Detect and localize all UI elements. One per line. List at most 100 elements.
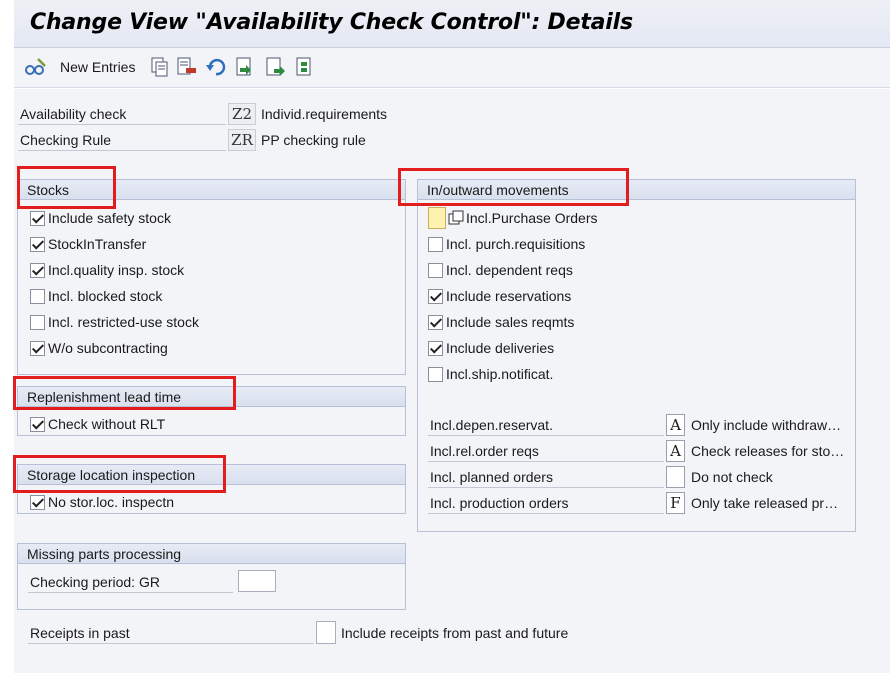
depen-reservat-row: Incl.depen.reservat. A Only include with… — [428, 414, 853, 436]
ship-notificat-label: Incl.ship.notificat. — [446, 366, 554, 382]
include-safety-stock-row[interactable]: Include safety stock — [30, 207, 171, 229]
receipts-in-past-label: Receipts in past — [28, 622, 314, 644]
sales-reqmts-label: Include sales reqmts — [446, 314, 575, 330]
planned-orders-text: Do not check — [691, 469, 773, 485]
highlight-replenishment — [13, 376, 236, 410]
purchase-orders-label: Incl.Purchase Orders — [466, 210, 598, 226]
previous-entry-button[interactable] — [264, 56, 286, 78]
receipts-in-past-text: Include receipts from past and future — [341, 625, 569, 641]
highlight-stocks — [17, 166, 116, 209]
checking-rule-text: PP checking rule — [261, 132, 366, 148]
quality-insp-stock-row[interactable]: Incl.quality insp. stock — [30, 259, 184, 281]
next-entry-button[interactable] — [294, 56, 318, 78]
purch-requisitions-label: Incl. purch.requisitions — [446, 236, 586, 252]
check-without-rlt-label: Check without RLT — [48, 416, 166, 432]
stock-in-transfer-row[interactable]: StockInTransfer — [30, 233, 146, 255]
purch-requisitions-row[interactable]: Incl. purch.requisitions — [428, 233, 585, 255]
movements-group: In/outward movements Incl.Purchase Order… — [417, 179, 856, 532]
no-stor-loc-row[interactable]: No stor.loc. inspectn — [30, 491, 174, 513]
new-entries-label: New Entries — [60, 59, 136, 75]
purchase-orders-focus-box[interactable] — [428, 207, 446, 229]
delete-icon — [177, 57, 196, 75]
display-change-button[interactable] — [24, 56, 48, 78]
planned-orders-label: Incl. planned orders — [428, 466, 664, 488]
check-without-rlt-checkbox[interactable] — [30, 416, 45, 432]
availability-check-text: Individ.requirements — [261, 106, 388, 122]
depen-reservat-code[interactable]: A — [666, 414, 685, 436]
title-bar: Change View "Availability Check Control"… — [14, 0, 890, 48]
copy-button[interactable] — [150, 56, 170, 78]
depen-reservat-label: Incl.depen.reservat. — [428, 414, 664, 436]
undo-button[interactable] — [205, 56, 227, 78]
glasses-pencil-icon — [25, 58, 46, 75]
rel-order-reqs-row: Incl.rel.order reqs A Check releases for… — [428, 440, 853, 462]
purch-requisitions-checkbox[interactable] — [428, 236, 443, 252]
move-left-icon — [266, 57, 285, 76]
rel-order-reqs-label: Incl.rel.order reqs — [428, 440, 664, 462]
quality-insp-stock-checkbox[interactable] — [30, 262, 45, 278]
production-orders-row: Incl. production orders F Only take rele… — [428, 492, 853, 514]
reservations-checkbox[interactable] — [428, 288, 443, 304]
no-stor-loc-label: No stor.loc. inspectn — [48, 494, 175, 510]
production-orders-text: Only take released pr… — [691, 495, 839, 511]
restricted-use-stock-label: Incl. restricted-use stock — [48, 314, 199, 330]
deliveries-row[interactable]: Include deliveries — [428, 337, 554, 359]
restricted-use-stock-checkbox[interactable] — [30, 314, 45, 330]
missing-parts-group-title: Missing parts processing — [18, 544, 405, 564]
check-without-rlt-row[interactable]: Check without RLT — [30, 413, 165, 435]
ship-notificat-checkbox[interactable] — [428, 366, 443, 382]
no-stor-loc-checkbox[interactable] — [30, 494, 45, 510]
reservations-row[interactable]: Include reservations — [428, 285, 571, 307]
rel-order-reqs-code[interactable]: A — [666, 440, 685, 462]
checking-rule-code[interactable]: ZR — [228, 129, 256, 151]
include-safety-stock-label: Include safety stock — [48, 210, 171, 226]
restricted-use-stock-row[interactable]: Incl. restricted-use stock — [30, 311, 199, 333]
select-all-button[interactable] — [234, 56, 256, 78]
delete-button[interactable] — [176, 56, 198, 78]
checking-rule-label: Checking Rule — [18, 129, 226, 151]
missing-parts-group: Missing parts processing Checking period… — [17, 543, 406, 610]
planned-orders-row: Incl. planned orders Do not check — [428, 466, 853, 488]
page-title: Change View "Availability Check Control"… — [30, 10, 633, 35]
copy-icon — [151, 57, 168, 77]
dependent-reqs-row[interactable]: Incl. dependent reqs — [428, 259, 573, 281]
checking-rule-row: Checking Rule ZR PP checking rule — [18, 129, 418, 151]
quality-insp-stock-label: Incl.quality insp. stock — [48, 262, 185, 278]
availability-check-label: Availability check — [18, 103, 226, 125]
blocked-stock-checkbox[interactable] — [30, 288, 45, 304]
stock-in-transfer-checkbox[interactable] — [30, 236, 45, 252]
blocked-stock-row[interactable]: Incl. blocked stock — [30, 285, 162, 307]
planned-orders-code[interactable] — [666, 466, 685, 488]
application-toolbar: New Entries — [14, 48, 890, 88]
highlight-movements — [398, 168, 629, 206]
stock-in-transfer-label: StockInTransfer — [48, 236, 147, 252]
reservations-label: Include reservations — [446, 288, 572, 304]
deliveries-label: Include deliveries — [446, 340, 555, 356]
production-orders-label: Incl. production orders — [428, 492, 664, 514]
checking-period-label: Checking period: GR — [28, 571, 233, 593]
production-orders-code[interactable]: F — [666, 492, 685, 514]
availability-check-code[interactable]: Z2 — [228, 103, 256, 125]
dependent-reqs-label: Incl. dependent reqs — [446, 262, 573, 278]
wo-subcontracting-row[interactable]: W/o subcontracting — [30, 337, 168, 359]
highlight-storage-location — [13, 455, 226, 493]
move-right-icon — [296, 57, 311, 76]
ship-notificat-row[interactable]: Incl.ship.notificat. — [428, 363, 553, 385]
availability-check-row: Availability check Z2 Individ.requiremen… — [18, 103, 418, 125]
deliveries-checkbox[interactable] — [428, 340, 443, 356]
value-help-icon[interactable] — [448, 210, 464, 226]
purchase-orders-row[interactable]: Incl.Purchase Orders — [428, 207, 598, 229]
include-safety-stock-checkbox[interactable] — [30, 210, 45, 226]
depen-reservat-text: Only include withdraw… — [691, 417, 842, 433]
blocked-stock-label: Incl. blocked stock — [48, 288, 163, 304]
sales-reqmts-checkbox[interactable] — [428, 314, 443, 330]
new-entries-button[interactable]: New Entries — [60, 56, 135, 78]
dependent-reqs-checkbox[interactable] — [428, 262, 443, 278]
checking-period-input[interactable] — [238, 570, 276, 592]
wo-subcontracting-checkbox[interactable] — [30, 340, 45, 356]
rel-order-reqs-text: Check releases for sto… — [691, 443, 845, 459]
undo-icon — [206, 58, 226, 76]
receipts-in-past-input[interactable] — [316, 621, 336, 644]
wo-subcontracting-label: W/o subcontracting — [48, 340, 168, 356]
sales-reqmts-row[interactable]: Include sales reqmts — [428, 311, 574, 333]
